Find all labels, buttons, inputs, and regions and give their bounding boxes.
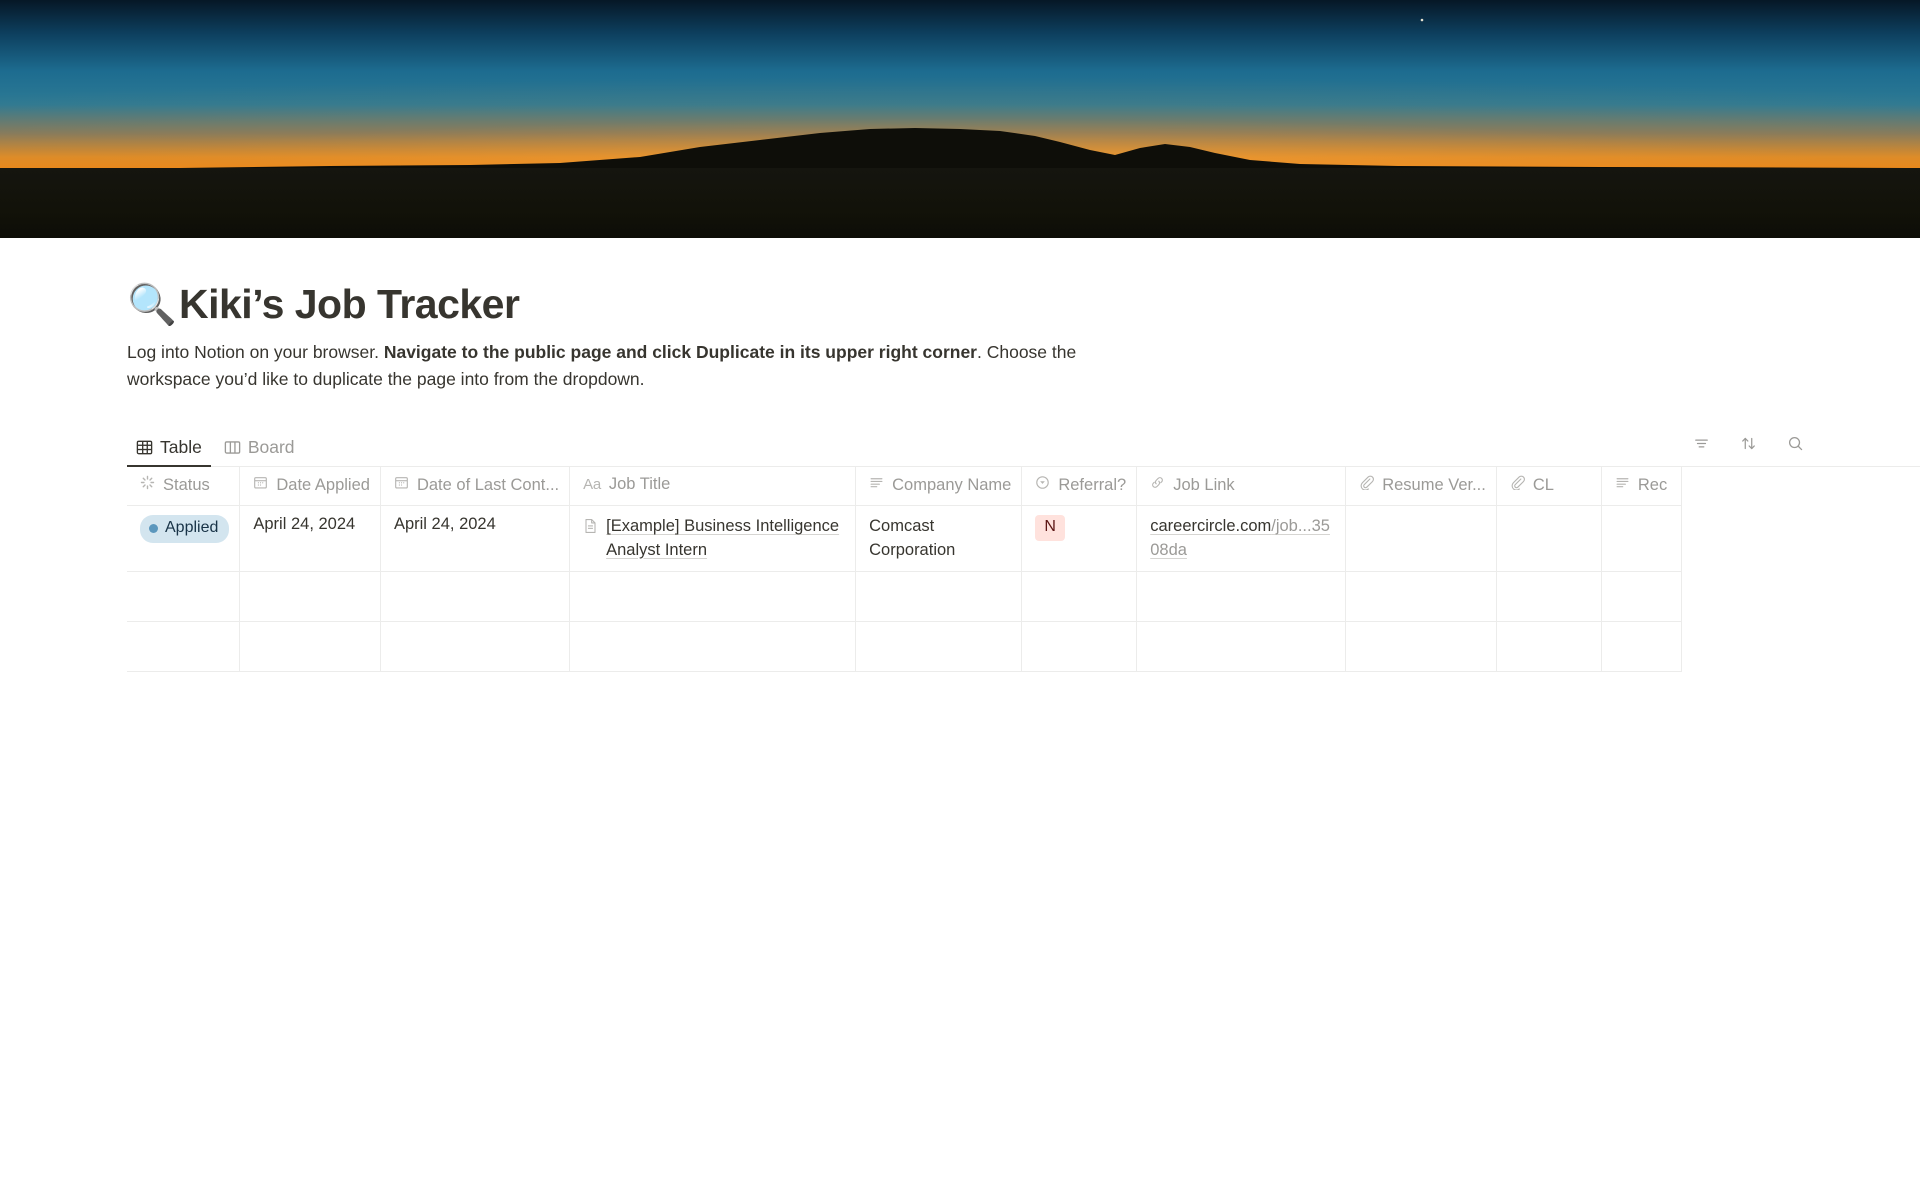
- text-lines-icon: [869, 475, 884, 495]
- cell-referral[interactable]: [1021, 571, 1138, 623]
- job-link[interactable]: careercircle.com/job...3508da: [1150, 517, 1330, 558]
- column-header-label: Rec: [1637, 475, 1668, 494]
- cell-date-last-contact[interactable]: [380, 571, 571, 623]
- page-cover-image: [0, 0, 1920, 238]
- page-title[interactable]: Kiki’s Job Tracker: [179, 281, 520, 327]
- column-header-company-name[interactable]: Company Name: [855, 467, 1023, 507]
- select-circle-icon: [1035, 475, 1050, 495]
- database-view-bar: Table Board: [127, 427, 1920, 468]
- cell-date-last-contact[interactable]: [380, 621, 571, 673]
- cell-job-title[interactable]: [Example] Business Intelligence Analyst …: [569, 505, 857, 573]
- cell-date-applied[interactable]: April 24, 2024: [239, 505, 381, 573]
- cell-resume-version[interactable]: [1345, 571, 1497, 623]
- link-icon: [1150, 475, 1165, 495]
- description-part-1: Log into Notion on your browser.: [127, 342, 384, 363]
- job-title-link[interactable]: [Example] Business Intelligence Analyst …: [606, 515, 845, 562]
- filter-icon[interactable]: [1692, 434, 1711, 458]
- database-table: Status Date Applied Date of Last Cont...…: [127, 467, 1682, 673]
- page-title-row: 🔍 Kiki’s Job Tracker: [127, 281, 1920, 327]
- column-header-label: Status: [163, 475, 210, 494]
- cell-job-title[interactable]: [569, 571, 857, 623]
- cell-rec[interactable]: [1601, 505, 1682, 573]
- text-aa-icon: Aa: [583, 476, 601, 494]
- page-document-icon: [583, 518, 598, 541]
- text-lines-icon: [1615, 475, 1630, 495]
- cell-resume-version[interactable]: [1345, 505, 1497, 573]
- cell-job-link[interactable]: [1136, 571, 1347, 623]
- status-badge-label: Applied: [165, 519, 219, 537]
- table-row[interactable]: [127, 571, 1682, 623]
- column-header-referral[interactable]: Referral?: [1021, 467, 1138, 507]
- paperclip-icon: [1510, 475, 1525, 495]
- column-header-label: Referral?: [1058, 475, 1127, 494]
- cell-referral[interactable]: [1021, 621, 1138, 673]
- cell-cl[interactable]: [1496, 621, 1602, 673]
- cell-rec[interactable]: [1601, 571, 1682, 623]
- cell-status[interactable]: Applied: [127, 505, 241, 573]
- column-header-label: Resume Ver...: [1382, 475, 1486, 494]
- calendar-icon: [394, 475, 409, 495]
- description-bold: Navigate to the public page and click Du…: [383, 342, 977, 363]
- cell-status[interactable]: [127, 571, 241, 623]
- view-tabs: Table Board: [127, 433, 304, 467]
- database-table-wrapper[interactable]: Status Date Applied Date of Last Cont...…: [127, 467, 1920, 673]
- cell-cl[interactable]: [1496, 571, 1602, 623]
- column-header-label: Date of Last Cont...: [416, 475, 560, 494]
- page-description[interactable]: Log into Notion on your browser. Navigat…: [127, 339, 1129, 393]
- status-badge: Applied: [140, 515, 230, 544]
- column-header-label: Job Link: [1173, 475, 1235, 494]
- table-header-row: Status Date Applied Date of Last Cont...…: [127, 467, 1682, 507]
- referral-badge: N: [1035, 515, 1065, 542]
- search-icon[interactable]: [1786, 434, 1805, 458]
- cell-job-title[interactable]: [569, 621, 857, 673]
- job-link-domain: careercircle.com: [1150, 517, 1272, 536]
- tab-board[interactable]: Board: [215, 433, 304, 467]
- cell-date-applied[interactable]: [239, 621, 381, 673]
- calendar-icon: [253, 475, 268, 495]
- column-header-job-title[interactable]: Aa Job Title: [569, 467, 857, 507]
- cell-resume-version[interactable]: [1345, 621, 1497, 673]
- cell-referral[interactable]: N: [1021, 505, 1138, 573]
- column-header-status[interactable]: Status: [127, 467, 241, 507]
- column-header-date-last-contact[interactable]: Date of Last Cont...: [380, 467, 571, 507]
- cell-job-link[interactable]: [1136, 621, 1347, 673]
- sort-icon[interactable]: [1739, 434, 1758, 458]
- column-header-cl[interactable]: CL: [1496, 467, 1602, 507]
- tab-table-label: Table: [160, 436, 202, 457]
- board-icon: [224, 439, 241, 456]
- cell-date-applied[interactable]: [239, 571, 381, 623]
- notion-page: 🔍 Kiki’s Job Tracker Log into Notion on …: [0, 238, 1920, 673]
- cell-company-name[interactable]: Comcast Corporation: [855, 505, 1023, 573]
- column-header-label: CL: [1532, 475, 1554, 494]
- cell-job-link[interactable]: careercircle.com/job...3508da: [1136, 505, 1347, 573]
- cell-rec[interactable]: [1601, 621, 1682, 673]
- cell-status[interactable]: [127, 621, 241, 673]
- tab-table[interactable]: Table: [127, 433, 211, 467]
- status-spinner-icon: [140, 475, 155, 495]
- table-row[interactable]: [127, 621, 1682, 673]
- magnifying-glass-icon[interactable]: 🔍: [127, 285, 177, 325]
- column-header-label: Date Applied: [276, 475, 370, 494]
- table-row[interactable]: Applied April 24, 2024 April 24, 2024 [E…: [127, 505, 1682, 573]
- paperclip-icon: [1359, 475, 1375, 495]
- column-header-label: Company Name: [892, 475, 1012, 494]
- view-toolbar: [1692, 434, 1805, 466]
- cell-date-last-contact[interactable]: April 24, 2024: [380, 505, 571, 573]
- column-header-resume-version[interactable]: Resume Ver...: [1345, 467, 1497, 507]
- column-header-rec-truncated[interactable]: Rec: [1601, 467, 1682, 507]
- column-header-job-link[interactable]: Job Link: [1136, 467, 1347, 507]
- column-header-label: Job Title: [608, 475, 671, 494]
- cell-company-name[interactable]: [855, 571, 1023, 623]
- tab-board-label: Board: [247, 436, 295, 457]
- table-icon: [136, 439, 153, 456]
- status-dot-icon: [149, 524, 158, 534]
- column-header-date-applied[interactable]: Date Applied: [239, 467, 381, 507]
- cell-company-name[interactable]: [855, 621, 1023, 673]
- cell-cl[interactable]: [1496, 505, 1602, 573]
